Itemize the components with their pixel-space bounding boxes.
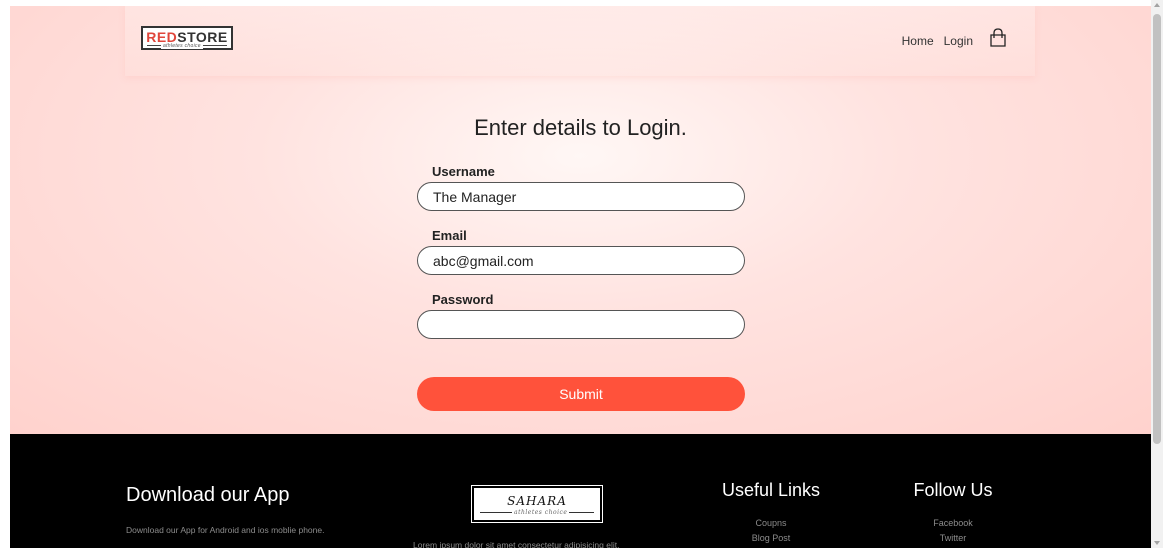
sahara-logo: SAHARA athletes choice <box>471 485 603 523</box>
username-label: Username <box>432 164 495 179</box>
sahara-logo-text: SAHARA <box>507 494 567 508</box>
login-title: Enter details to Login. <box>474 115 687 140</box>
follow-us-title: Follow Us <box>913 480 993 500</box>
useful-links-column: Useful Links Coupns Blog Post <box>715 480 827 546</box>
useful-links-title: Useful Links <box>721 480 821 500</box>
email-input[interactable]: abc@gmail.com <box>417 246 745 275</box>
nav-link-home[interactable]: Home <box>902 34 934 48</box>
footer-lorem-text: Lorem ipsum dolor sit amet consectetur a… <box>413 540 620 548</box>
password-group: Password <box>417 292 745 356</box>
scroll-up-arrow-icon[interactable] <box>1154 3 1160 7</box>
nav-links: Home Login <box>902 28 1007 48</box>
follow-us-list: Facebook Twitter <box>907 516 999 546</box>
footer-link-blog-post[interactable]: Blog Post <box>715 531 827 546</box>
navbar: RED STORE athletes choice Home Login <box>125 6 1035 76</box>
footer: Download our App Download our App for An… <box>10 434 1151 548</box>
shopping-bag-icon[interactable] <box>989 28 1007 48</box>
username-input[interactable]: The Manager <box>417 182 745 211</box>
vertical-scrollbar[interactable] <box>1151 0 1163 548</box>
nav-link-login[interactable]: Login <box>944 34 973 48</box>
redstore-logo[interactable]: RED STORE athletes choice <box>141 26 233 50</box>
useful-links-list: Coupns Blog Post <box>715 516 827 546</box>
follow-us-column: Follow Us Facebook Twitter <box>907 480 999 546</box>
email-group: Email abc@gmail.com <box>417 228 745 292</box>
password-label: Password <box>432 292 494 307</box>
logo-tagline: athletes choice <box>161 43 203 49</box>
sahara-logo-tagline: athletes choice <box>512 509 570 516</box>
footer-app-text: Download our App for Android and ios mob… <box>126 525 325 535</box>
email-label: Email <box>432 228 467 243</box>
hero-section: RED STORE athletes choice Home Login Ente… <box>10 6 1151 434</box>
submit-button[interactable]: Submit <box>417 377 745 411</box>
password-input[interactable] <box>417 310 745 339</box>
footer-link-coupons[interactable]: Coupns <box>715 516 827 531</box>
footer-app-title: Download our App <box>126 484 290 506</box>
scrollbar-thumb[interactable] <box>1153 14 1161 444</box>
scroll-down-arrow-icon[interactable] <box>1154 541 1160 545</box>
login-form: Username The Manager Email abc@gmail.com… <box>417 164 745 356</box>
username-group: Username The Manager <box>417 164 745 228</box>
footer-link-twitter[interactable]: Twitter <box>907 531 999 546</box>
footer-link-facebook[interactable]: Facebook <box>907 516 999 531</box>
